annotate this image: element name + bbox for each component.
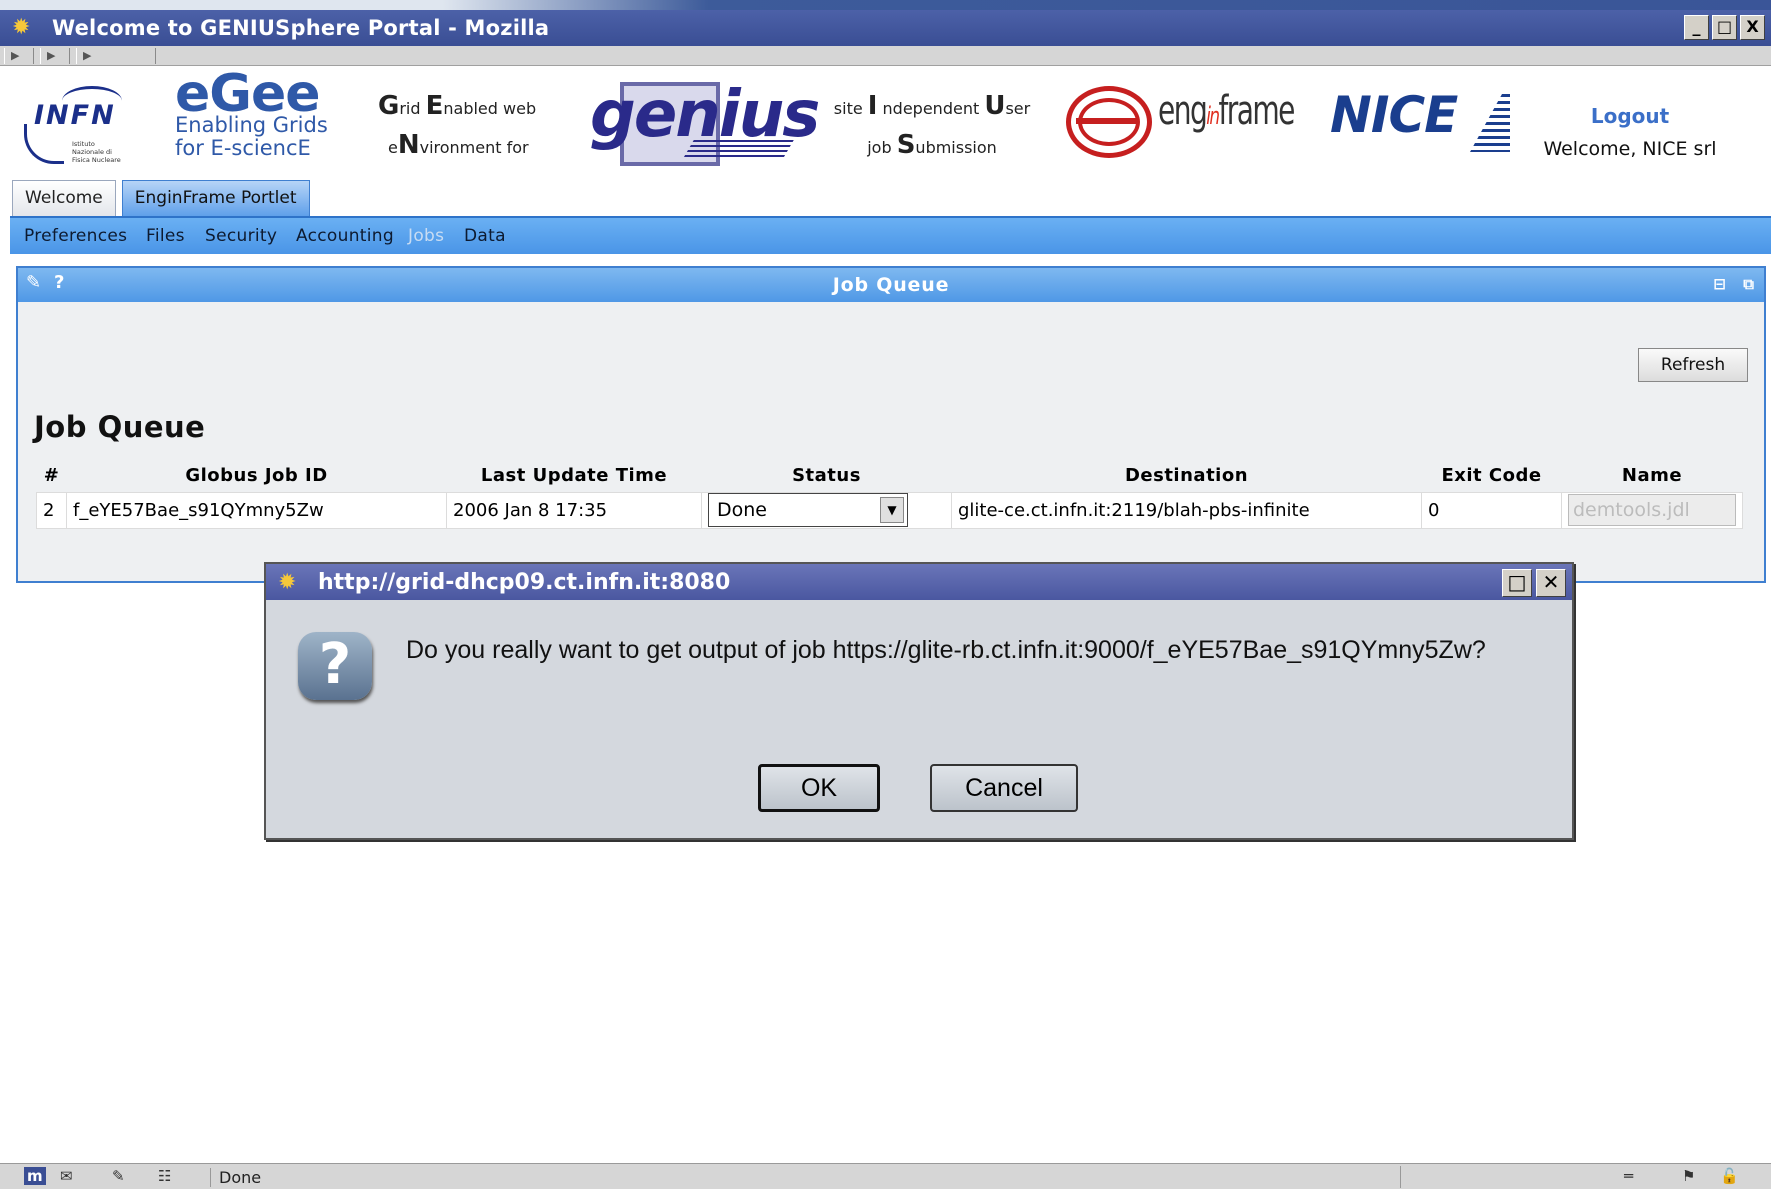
composer-icon[interactable]: ✎: [112, 1167, 125, 1185]
online-icon[interactable]: ═: [1624, 1167, 1633, 1185]
maximize-portlet-icon[interactable]: ⧉: [1743, 275, 1754, 293]
question-icon: ?: [298, 632, 372, 700]
job-queue-portlet: Job Queue ✎ ? ⊟ ⧉ Refresh Job Queue # Gl…: [16, 266, 1766, 583]
window-title-bar[interactable]: ✹ Welcome to GENIUSphere Portal - Mozill…: [0, 10, 1771, 46]
cell-name: demtools.jdl: [1561, 491, 1743, 529]
egee-logo: eGee Enabling Grids for E-sciencE: [175, 64, 328, 160]
cell-num: 2: [36, 491, 67, 529]
dialog-close-button[interactable]: ✕: [1536, 569, 1566, 597]
col-name: Name: [1621, 465, 1683, 487]
pencil-icon[interactable]: ✎: [26, 272, 41, 293]
welcome-message: Welcome, NICE srl: [1543, 138, 1717, 160]
site-independent-text: site I ndependent User job Submission: [833, 91, 1031, 160]
user-box: Logout Welcome, NICE srl: [1515, 104, 1745, 160]
name-field[interactable]: demtools.jdl: [1568, 494, 1736, 526]
job-queue-table: # Globus Job ID Last Update Time Status …: [36, 460, 1743, 529]
infn-logo: INFN Istituto Nazionale di Fisica Nuclea…: [22, 78, 132, 168]
top-strip: [0, 0, 1771, 10]
cell-destination: glite-ce.ct.infn.it:2119/blah-pbs-infini…: [951, 491, 1422, 529]
lock-icon[interactable]: 🔓: [1720, 1167, 1739, 1185]
menu-preferences[interactable]: Preferences: [24, 226, 127, 246]
security-info-icon[interactable]: ⚑: [1682, 1167, 1695, 1185]
minimize-button[interactable]: _: [1684, 15, 1709, 40]
toolbar-grip-3[interactable]: ▶: [76, 48, 156, 64]
col-destination: Destination: [1124, 465, 1249, 487]
menu-security[interactable]: Security: [205, 226, 277, 246]
dialog-maximize-button[interactable]: □: [1502, 569, 1532, 597]
col-exit-code: Exit Code: [1441, 465, 1542, 487]
cell-status: Done ▼: [701, 491, 952, 529]
maximize-button[interactable]: □: [1712, 15, 1737, 40]
enginframe-logo: enginframe: [1064, 78, 1304, 168]
menu-accounting[interactable]: Accounting: [296, 226, 394, 246]
genius-logo: genius: [588, 78, 820, 166]
status-bar: m ✉ ✎ ☷ Done ═ ⚑ 🔓: [0, 1163, 1771, 1189]
refresh-button[interactable]: Refresh: [1638, 348, 1748, 382]
cancel-button[interactable]: Cancel: [930, 764, 1078, 812]
address-book-icon[interactable]: ☷: [158, 1167, 171, 1185]
tab-welcome[interactable]: Welcome: [12, 180, 116, 216]
help-icon[interactable]: ?: [54, 272, 64, 293]
tab-enginframe-portlet[interactable]: EnginFrame Portlet: [121, 180, 310, 216]
chevron-down-icon[interactable]: ▼: [880, 497, 904, 523]
mozilla-app-icon: ✹: [278, 570, 297, 595]
table-header-row: # Globus Job ID Last Update Time Status …: [37, 460, 1743, 492]
portlet-header: Job Queue ✎ ? ⊟ ⧉: [18, 268, 1764, 302]
nice-logo: NICE: [1320, 86, 1520, 156]
window-title: Welcome to GENIUSphere Portal - Mozilla: [52, 16, 550, 40]
logout-link[interactable]: Logout: [1515, 104, 1745, 128]
ok-button[interactable]: OK: [758, 764, 880, 812]
mozilla-app-icon: ✹: [12, 15, 31, 40]
cell-exit-code: 0: [1421, 491, 1562, 529]
mail-icon[interactable]: ✉: [60, 1167, 73, 1185]
window-controls: _ □ X: [1684, 15, 1765, 40]
cell-updated: 2006 Jan 8 17:35: [446, 491, 702, 529]
dialog-message: Do you really want to get output of job …: [406, 636, 1486, 664]
portlet-title: Job Queue: [832, 274, 950, 296]
dialog-title: http://grid-dhcp09.ct.infn.it:8080: [318, 570, 731, 595]
minimize-portlet-icon[interactable]: ⊟: [1713, 275, 1726, 293]
portlet-menu-bar: Preferences Files Security Accounting Jo…: [10, 216, 1771, 254]
status-text: Done: [210, 1168, 261, 1187]
col-status: Status: [792, 465, 861, 487]
col-num: #: [43, 465, 60, 487]
portal-tabs: Welcome EnginFrame Portlet: [10, 180, 314, 216]
portal-header: INFN Istituto Nazionale di Fisica Nuclea…: [10, 66, 1771, 176]
toolbar-grip-2[interactable]: ▶: [40, 48, 70, 64]
cell-job-id[interactable]: f_eYE57Bae_s91QYmny5Zw: [66, 491, 447, 529]
menu-jobs[interactable]: Jobs: [408, 226, 444, 246]
table-row[interactable]: 2 f_eYE57Bae_s91QYmny5Zw 2006 Jan 8 17:3…: [36, 491, 1743, 529]
confirm-dialog: ✹ http://grid-dhcp09.ct.infn.it:8080 □ ✕…: [264, 562, 1574, 840]
toolbar-grip-1[interactable]: ▶: [4, 48, 34, 64]
dialog-title-bar[interactable]: ✹ http://grid-dhcp09.ct.infn.it:8080 □ ✕: [266, 564, 1572, 600]
status-select[interactable]: Done ▼: [708, 493, 908, 527]
col-globus-job-id: Globus Job ID: [185, 465, 328, 487]
close-button[interactable]: X: [1740, 15, 1765, 40]
menu-files[interactable]: Files: [146, 226, 185, 246]
collapsed-toolbars: ▶ ▶ ▶: [0, 46, 1771, 66]
job-queue-heading: Job Queue: [34, 410, 206, 444]
menu-data[interactable]: Data: [464, 226, 506, 246]
navigator-icon[interactable]: m: [24, 1167, 46, 1185]
col-last-update-time: Last Update Time: [480, 465, 668, 487]
grid-enabled-text: Grid Enabled web eNvironment for: [378, 91, 537, 160]
